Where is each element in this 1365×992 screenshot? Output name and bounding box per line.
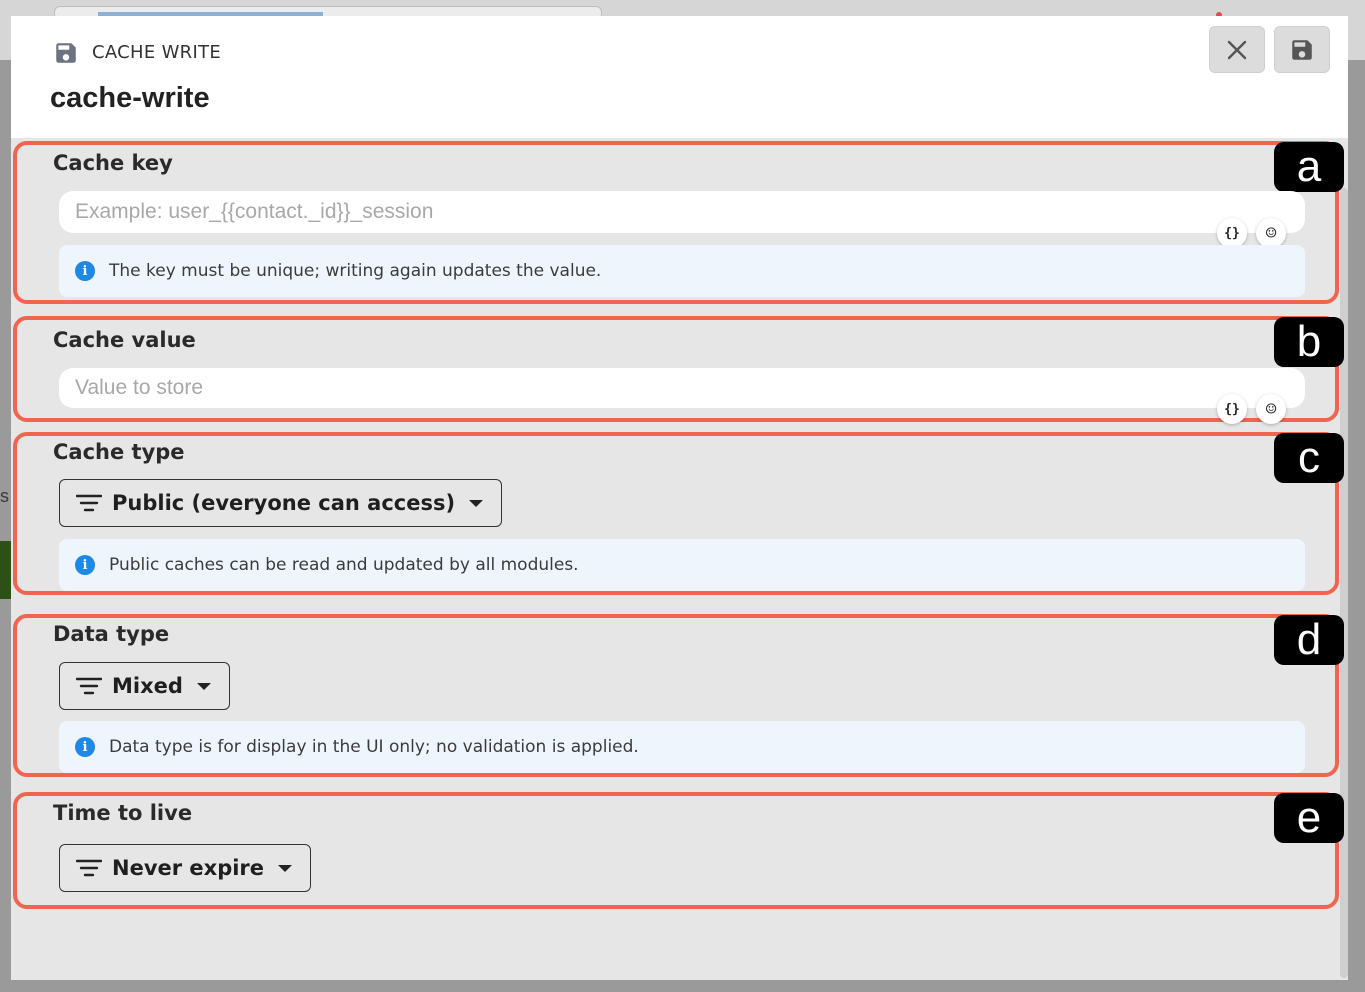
filter-icon	[76, 677, 102, 695]
braces-icon: {}	[1224, 225, 1240, 241]
data-type-select[interactable]: Mixed	[59, 662, 230, 710]
floppy-disk-icon	[1292, 39, 1312, 60]
modal-scrollbar[interactable]	[1340, 188, 1348, 978]
cache-key-label: Cache key	[53, 151, 173, 175]
section-cache-type: Cache type c Public (everyone can access…	[13, 432, 1344, 595]
section-badge-b: b	[1274, 317, 1344, 367]
background-text-fragment: s	[0, 486, 9, 506]
close-button[interactable]	[1209, 26, 1265, 73]
floppy-disk-icon	[56, 43, 76, 63]
section-cache-key: Cache key a {} ☺ i The key must be uniqu…	[13, 141, 1344, 304]
data-type-info: i Data type is for display in the UI onl…	[59, 721, 1305, 773]
caret-down-icon	[196, 682, 211, 690]
section-time-to-live: Time to live e Never expire	[13, 792, 1344, 909]
insert-emoji-button[interactable]: ☺	[1256, 218, 1286, 248]
info-icon: i	[75, 737, 95, 757]
cache-value-input[interactable]	[59, 368, 1305, 408]
filter-icon	[76, 859, 102, 877]
time-to-live-label: Time to live	[53, 801, 193, 825]
save-button[interactable]	[1274, 26, 1330, 73]
section-cache-value: Cache value b {} ☺	[13, 316, 1344, 424]
cache-type-info: i Public caches can be read and updated …	[59, 539, 1305, 591]
cache-type-select[interactable]: Public (everyone can access)	[59, 479, 503, 527]
section-badge-a: a	[1274, 142, 1344, 192]
time-to-live-selected: Never expire	[112, 856, 265, 880]
modal-title: cache-write	[50, 82, 210, 114]
insert-variable-button[interactable]: {}	[1217, 218, 1247, 248]
caret-down-icon	[469, 499, 484, 507]
section-data-type: Data type d Mixed i Data type is for dis…	[13, 614, 1344, 777]
close-icon	[1227, 40, 1247, 59]
filter-icon	[76, 494, 102, 512]
data-type-label: Data type	[53, 622, 170, 646]
cache-value-label: Cache value	[53, 328, 196, 352]
info-icon: i	[75, 261, 95, 281]
modal-header: CACHE WRITE cache-write	[11, 16, 1348, 138]
insert-emoji-button[interactable]: ☺	[1256, 394, 1286, 424]
background-green-block	[0, 541, 11, 599]
cache-type-selected: Public (everyone can access)	[112, 491, 456, 515]
braces-icon: {}	[1224, 401, 1240, 417]
smiley-icon: ☺	[1265, 398, 1277, 420]
data-type-info-text: Data type is for display in the UI only;…	[109, 737, 639, 757]
cache-key-input[interactable]	[59, 191, 1305, 233]
modal-kicker: CACHE WRITE	[92, 42, 222, 63]
cache-write-modal: CACHE WRITE cache-write Cache key a {} ☺…	[11, 16, 1348, 980]
data-type-selected: Mixed	[112, 674, 183, 698]
insert-variable-button[interactable]: {}	[1217, 394, 1247, 424]
info-icon: i	[75, 555, 95, 575]
section-badge-d: d	[1274, 615, 1344, 665]
cache-key-info: i The key must be unique; writing again …	[59, 245, 1305, 297]
section-badge-e: e	[1274, 793, 1344, 843]
cache-key-info-text: The key must be unique; writing again up…	[109, 261, 602, 281]
smiley-icon: ☺	[1265, 222, 1277, 244]
cache-type-label: Cache type	[53, 440, 185, 464]
time-to-live-select[interactable]: Never expire	[59, 844, 312, 892]
cache-type-info-text: Public caches can be read and updated by…	[109, 555, 579, 575]
section-badge-c: c	[1274, 433, 1344, 483]
caret-down-icon	[278, 864, 293, 872]
